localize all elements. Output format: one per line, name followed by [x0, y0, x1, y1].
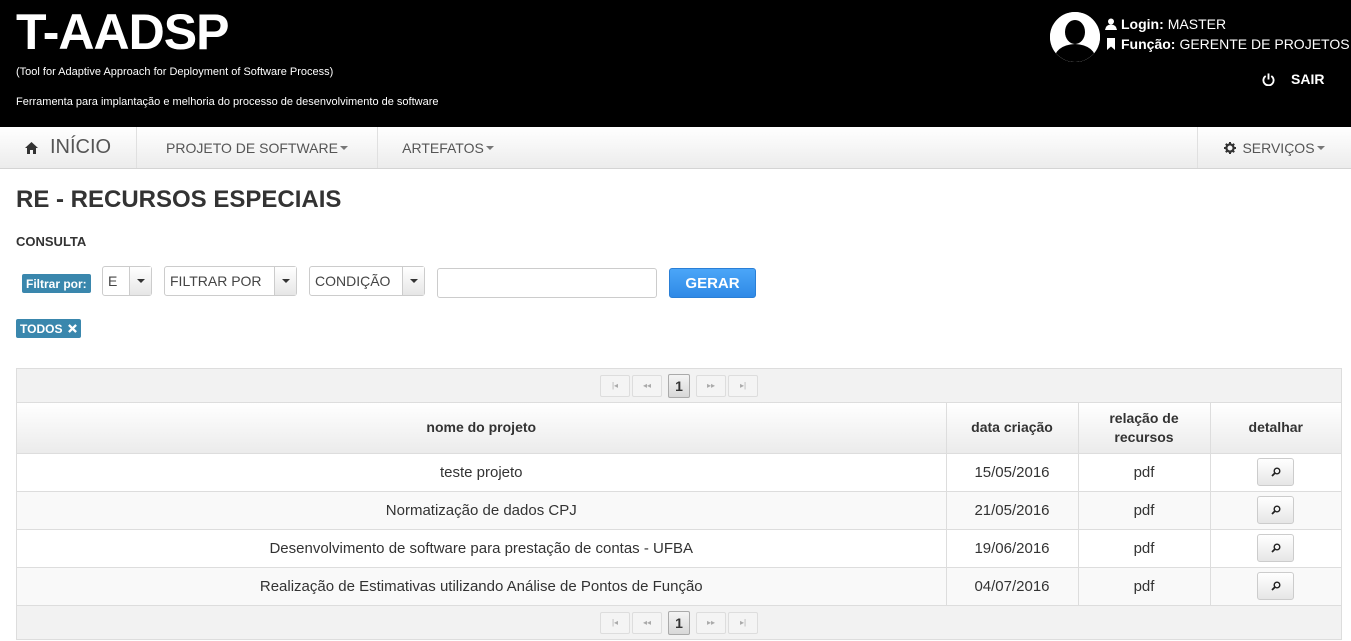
detail-cell — [1209, 528, 1341, 568]
login-label: Login: — [1121, 16, 1164, 32]
chevron-down-icon — [485, 145, 494, 150]
detail-button[interactable] — [1257, 572, 1295, 600]
nav-servicos-dropdown[interactable]: SERVIÇOS — [1197, 127, 1351, 168]
resources-pdf-link[interactable]: pdf — [1077, 490, 1211, 530]
logic-select[interactable]: E — [102, 266, 152, 296]
section-title: CONSULTA — [16, 234, 87, 249]
resources-pdf-link[interactable]: pdf — [1077, 566, 1211, 606]
app-title: T-AADSP — [16, 4, 229, 60]
gear-icon — [1224, 141, 1237, 154]
project-name-cell: Desenvolvimento de software para prestaç… — [17, 528, 947, 568]
last-page-button[interactable]: ▸| — [728, 374, 758, 397]
column-header-data[interactable]: data criação — [945, 403, 1079, 454]
nav-projeto-label: PROJETO DE SOFTWARE — [166, 139, 338, 156]
projects-table: nome do projeto data criação relação de … — [17, 403, 1341, 606]
chevron-down-icon — [281, 279, 290, 283]
field-select-value: FILTRAR POR — [170, 273, 262, 289]
active-filter-label: TODOS — [20, 321, 63, 336]
avatar-icon — [1050, 12, 1100, 62]
chevron-down-icon — [339, 145, 348, 150]
condition-select-value: CONDIÇÃO — [315, 273, 391, 289]
nav-artefatos-dropdown[interactable]: ARTEFATOS — [378, 127, 518, 168]
project-name-cell: teste projeto — [17, 452, 947, 492]
nav-servicos-label: SERVIÇOS — [1242, 139, 1315, 156]
next-page-button[interactable]: ▸▸ — [696, 374, 726, 397]
condition-select-toggle[interactable] — [402, 267, 424, 295]
pagination-bottom: |◂ ◂◂ 1 ▸▸ ▸| — [17, 605, 1341, 639]
role-value: GERENTE DE PROJETOS — [1179, 36, 1350, 52]
table-row: Desenvolvimento de software para prestaç… — [17, 528, 1341, 568]
nav-home-label: INÍCIO — [49, 136, 112, 158]
detail-cell — [1209, 566, 1341, 606]
field-select-toggle[interactable] — [274, 267, 296, 295]
logout-label: SAIR — [1291, 71, 1325, 87]
detail-cell — [1209, 490, 1341, 530]
detail-button[interactable] — [1257, 534, 1295, 562]
app-description: Ferramenta para implantação e melhoria d… — [16, 96, 439, 108]
project-date-cell: 19/06/2016 — [945, 528, 1079, 568]
magnifier-icon — [1271, 581, 1281, 591]
table-row: teste projeto 15/05/2016 pdf — [17, 452, 1341, 492]
logout-button[interactable]: SAIR — [1262, 71, 1324, 87]
app-header: T-AADSP (Tool for Adaptive Approach for … — [0, 0, 1351, 127]
magnifier-icon — [1271, 467, 1281, 477]
detail-cell — [1209, 452, 1341, 492]
next-page-button[interactable]: ▸▸ — [696, 611, 726, 634]
pagination-top: |◂ ◂◂ 1 ▸▸ ▸| — [17, 369, 1341, 403]
projects-table-container: |◂ ◂◂ 1 ▸▸ ▸| nome do projeto data criaç… — [16, 368, 1342, 640]
user-icon — [1105, 18, 1117, 30]
page-number-button[interactable]: 1 — [668, 373, 690, 398]
last-page-button[interactable]: ▸| — [728, 611, 758, 634]
role-label: Função: — [1121, 36, 1176, 52]
bookmark-icon — [1107, 38, 1115, 50]
first-page-button[interactable]: |◂ — [600, 374, 630, 397]
table-header-row: nome do projeto data criação relação de … — [17, 403, 1341, 454]
table-row: Normatização de dados CPJ 21/05/2016 pdf — [17, 490, 1341, 530]
prev-page-button[interactable]: ◂◂ — [632, 374, 662, 397]
page-title: RE - RECURSOS ESPECIAIS — [16, 186, 342, 213]
column-header-nome[interactable]: nome do projeto — [17, 403, 947, 454]
resources-pdf-link[interactable]: pdf — [1077, 528, 1211, 568]
column-header-recursos[interactable]: relação de recursos — [1077, 403, 1211, 454]
close-icon[interactable] — [68, 324, 78, 333]
login-info: Login: MASTER — [1105, 16, 1226, 32]
resources-pdf-link[interactable]: pdf — [1077, 452, 1211, 492]
first-page-button[interactable]: |◂ — [600, 611, 630, 634]
project-date-cell: 21/05/2016 — [945, 490, 1079, 530]
app-subtitle: (Tool for Adaptive Approach for Deployme… — [16, 66, 334, 78]
page-number-button[interactable]: 1 — [668, 610, 690, 635]
table-row: Realização de Estimativas utilizando Aná… — [17, 566, 1341, 606]
nav-artefatos-label: ARTEFATOS — [402, 139, 484, 156]
condition-select[interactable]: CONDIÇÃO — [309, 266, 425, 296]
login-value: MASTER — [1167, 16, 1227, 32]
filter-label: Filtrar por: — [22, 274, 91, 293]
project-name-cell: Normatização de dados CPJ — [17, 490, 947, 530]
magnifier-icon — [1271, 505, 1281, 515]
project-name-cell: Realização de Estimativas utilizando Aná… — [17, 566, 947, 606]
detail-button[interactable] — [1257, 458, 1295, 486]
detail-button[interactable] — [1257, 496, 1295, 524]
logic-select-toggle[interactable] — [129, 267, 151, 295]
nav-projeto-dropdown[interactable]: PROJETO DE SOFTWARE — [137, 127, 378, 168]
magnifier-icon — [1271, 543, 1281, 553]
chevron-down-icon — [1316, 145, 1325, 150]
logic-select-value: E — [108, 273, 118, 289]
gerar-button[interactable]: GERAR — [669, 268, 756, 298]
prev-page-button[interactable]: ◂◂ — [632, 611, 662, 634]
field-select[interactable]: FILTRAR POR — [164, 266, 297, 296]
project-date-cell: 15/05/2016 — [945, 452, 1079, 492]
chevron-down-icon — [409, 279, 418, 283]
main-navbar: INÍCIO PROJETO DE SOFTWARE ARTEFATOS SER… — [0, 127, 1351, 169]
nav-home[interactable]: INÍCIO — [0, 127, 137, 168]
power-icon — [1262, 72, 1275, 86]
active-filter-tag[interactable]: TODOS — [16, 319, 82, 338]
project-date-cell: 04/07/2016 — [945, 566, 1079, 606]
column-header-detalhar: detalhar — [1209, 403, 1341, 454]
role-info: Função: GERENTE DE PROJETOS — [1105, 36, 1350, 52]
search-input[interactable] — [437, 268, 657, 298]
home-icon — [24, 141, 38, 154]
chevron-down-icon — [136, 279, 145, 283]
